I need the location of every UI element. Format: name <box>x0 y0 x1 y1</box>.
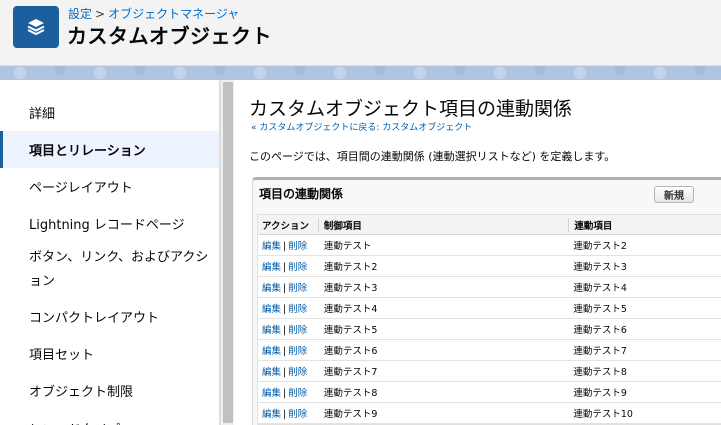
delete-link[interactable]: 削除 <box>288 241 307 252</box>
sidebar-item[interactable]: Lightning レコードページ <box>0 205 219 242</box>
edit-link[interactable]: 編集 <box>262 241 281 252</box>
dependent-field-cell: 連動テスト7 <box>573 346 627 357</box>
table-row: 編集 | 削除 連動テスト7 連動テスト8 <box>258 361 721 382</box>
edit-link[interactable]: 編集 <box>262 325 281 336</box>
dependent-field-cell: 連動テスト6 <box>573 325 627 336</box>
row-actions: 編集 | 削除 <box>258 322 318 336</box>
row-actions: 編集 | 削除 <box>258 343 318 357</box>
edit-link[interactable]: 編集 <box>262 304 281 315</box>
sidebar-item[interactable]: 項目とリレーション <box>0 131 219 168</box>
control-field-cell: 連動テスト7 <box>323 367 378 378</box>
action-separator: | <box>283 325 287 336</box>
table-row: 編集 | 削除 連動テスト5 連動テスト6 <box>258 319 721 340</box>
table-row: 編集 | 削除 連動テスト2 連動テスト3 <box>258 256 721 277</box>
dependent-field-cell: 連動テスト2 <box>573 241 627 252</box>
dependent-field-cell: 連動テスト8 <box>573 367 627 378</box>
control-field-cell: 連動テスト6 <box>323 346 378 357</box>
delete-link[interactable]: 削除 <box>288 409 307 420</box>
column-header-dependent-field[interactable]: 連動項目 <box>568 217 721 232</box>
main-content: カスタムオブジェクト項目の連動関係 « カスタムオブジェクトに戻る: カスタムオ… <box>235 80 721 425</box>
back-to-object-link[interactable]: « カスタムオブジェクトに戻る: カスタムオブジェクト <box>251 120 472 133</box>
page-title: カスタムオブジェクト <box>67 24 272 48</box>
action-separator: | <box>283 367 287 378</box>
delete-link[interactable]: 削除 <box>288 367 307 378</box>
sidebar-item[interactable]: レコードタイプ <box>0 409 219 425</box>
row-actions: 編集 | 削除 <box>258 238 318 252</box>
decorative-band <box>0 66 721 80</box>
control-field-cell: 連動テスト5 <box>323 325 378 336</box>
sidebar-item[interactable]: 項目セット <box>0 335 219 372</box>
dependent-field-cell: 連動テスト10 <box>573 409 633 420</box>
edit-link[interactable]: 編集 <box>262 262 281 273</box>
column-header-action: アクション <box>262 220 310 232</box>
sidebar-item[interactable]: オブジェクト制限 <box>0 372 219 409</box>
row-actions: 編集 | 削除 <box>258 406 318 420</box>
dependent-field-cell: 連動テスト4 <box>573 283 627 294</box>
panel-title: 項目の連動関係 <box>259 187 344 201</box>
edit-link[interactable]: 編集 <box>262 346 281 357</box>
dependent-field-cell: 連動テスト5 <box>573 304 627 315</box>
edit-link[interactable]: 編集 <box>262 409 281 420</box>
scrollbar-thumb[interactable] <box>223 82 233 423</box>
breadcrumb-setup-link[interactable]: 設定 <box>68 7 92 21</box>
control-field-cell: 連動テスト3 <box>323 283 378 294</box>
delete-link[interactable]: 削除 <box>288 262 307 273</box>
sidebar-item[interactable]: ページレイアウト <box>0 168 219 205</box>
breadcrumb-separator: > <box>95 7 106 21</box>
page-header: 設定 > オブジェクトマネージャ カスタムオブジェクト <box>0 0 721 66</box>
dependent-field-cell: 連動テスト3 <box>573 262 627 273</box>
action-separator: | <box>283 346 287 357</box>
layers-icon <box>13 6 59 48</box>
action-separator: | <box>283 409 287 420</box>
edit-link[interactable]: 編集 <box>262 388 281 399</box>
new-button[interactable]: 新規 <box>654 186 694 203</box>
delete-link[interactable]: 削除 <box>288 346 307 357</box>
delete-link[interactable]: 削除 <box>288 325 307 336</box>
sidebar-item[interactable]: 詳細 <box>0 94 219 131</box>
action-separator: | <box>283 262 287 273</box>
section-title: カスタムオブジェクト項目の連動関係 <box>249 98 573 120</box>
dependencies-panel: 項目の連動関係 新規 アクション 制御項目 連動項目 編集 | 削除 連動テスト 連動テ… <box>252 177 721 425</box>
edit-link[interactable]: 編集 <box>262 367 281 378</box>
row-actions: 編集 | 削除 <box>258 385 318 399</box>
table-row: 編集 | 削除 連動テスト3 連動テスト4 <box>258 277 721 298</box>
action-separator: | <box>283 304 287 315</box>
delete-link[interactable]: 削除 <box>288 283 307 294</box>
table-row: 編集 | 削除 連動テスト4 連動テスト5 <box>258 298 721 319</box>
dependencies-table: アクション 制御項目 連動項目 編集 | 削除 連動テスト 連動テスト2 編集 | 削除 連動テ… <box>257 214 721 425</box>
dependent-field-cell: 連動テスト9 <box>573 388 627 399</box>
table-row: 編集 | 削除 連動テスト 連動テスト2 <box>258 235 721 256</box>
control-field-cell: 連動テスト8 <box>323 388 378 399</box>
action-separator: | <box>283 241 287 252</box>
control-field-cell: 連動テスト4 <box>323 304 378 315</box>
control-field-cell: 連動テスト9 <box>323 409 378 420</box>
page-description: このページでは、項目間の連動関係 (連動選択リストなど) を定義します。 <box>249 150 616 163</box>
table-row: 編集 | 削除 連動テスト9 連動テスト10 <box>258 403 721 424</box>
sidebar: 詳細 項目とリレーション ページレイアウト Lightning レコードページ ボタン、… <box>0 80 220 425</box>
table-row: 編集 | 削除 連動テスト8 連動テスト9 <box>258 382 721 403</box>
control-field-cell: 連動テスト <box>323 241 372 252</box>
row-actions: 編集 | 削除 <box>258 259 318 273</box>
row-actions: 編集 | 削除 <box>258 301 318 315</box>
breadcrumb-object-manager-link[interactable]: オブジェクトマネージャ <box>108 7 239 21</box>
sidebar-scrollbar[interactable] <box>220 80 234 425</box>
edit-link[interactable]: 編集 <box>262 283 281 294</box>
sidebar-item[interactable]: コンパクトレイアウト <box>0 298 219 335</box>
action-separator: | <box>283 283 287 294</box>
column-header-control-field[interactable]: 制御項目 <box>317 217 568 232</box>
delete-link[interactable]: 削除 <box>288 388 307 399</box>
action-separator: | <box>283 388 287 399</box>
table-row: 編集 | 削除 連動テスト6 連動テスト7 <box>258 340 721 361</box>
delete-link[interactable]: 削除 <box>288 304 307 315</box>
control-field-cell: 連動テスト2 <box>323 262 378 273</box>
sidebar-item[interactable]: ボタン、リンク、およびアクション <box>0 242 219 298</box>
table-header-row: アクション 制御項目 連動項目 <box>258 215 721 235</box>
row-actions: 編集 | 削除 <box>258 364 318 378</box>
row-actions: 編集 | 削除 <box>258 280 318 294</box>
